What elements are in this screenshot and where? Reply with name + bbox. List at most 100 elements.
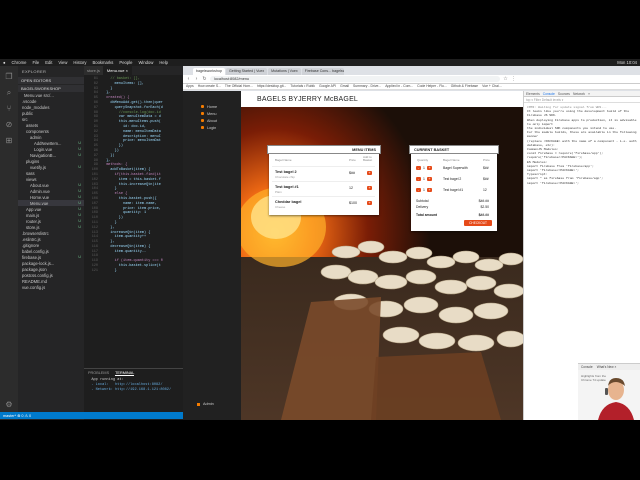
bookmark-item[interactable]: Summary - Drive... [353,84,381,89]
bookmark-item[interactable]: How create S... [198,84,221,89]
basket-col-qty: Quantity [417,158,429,162]
increase-qty-button[interactable]: + [427,188,432,192]
browser-tab[interactable]: Firebase Cons... bagelsworksh [301,68,344,75]
nav-item-about[interactable]: About [183,117,241,124]
browser-tab[interactable]: bagelsworkshop [193,68,225,75]
menu-view[interactable]: View [58,60,67,65]
code-line: 121 } [84,269,183,274]
menu-item-price: 12 [349,186,353,190]
explorer-panel: EXPLORER OPEN EDITORS BAGELSWORKSHOP Men… [18,66,84,420]
drawer-tab-whats-new[interactable]: What's New × [597,365,617,369]
tree-item-label: vue.config.js [22,285,46,290]
more-menu-icon[interactable]: ⋮ [511,76,516,82]
basket-col-price: Price [483,158,490,162]
menu-chrome[interactable]: Chrome [12,60,27,65]
menu-icon [201,112,204,115]
star-icon[interactable]: ☆ [503,76,508,82]
nav-label: Menu [207,111,217,116]
tree-item[interactable]: vue.config.js [18,284,84,290]
files-icon[interactable]: ❐ [4,72,14,82]
menu-file[interactable]: File [32,60,39,65]
drawer-tab-console[interactable]: Console [581,365,593,369]
increase-qty-button[interactable]: + [427,166,432,170]
nav-item-menu[interactable]: Menu [183,110,241,117]
bookmark-item[interactable]: Github & Firebase [451,84,478,89]
bookmark-item[interactable]: Gmail [340,84,349,89]
menu-bookmarks[interactable]: Bookmarks [92,60,113,65]
increase-qty-button[interactable]: + [427,177,432,181]
project-section[interactable]: BAGELSWORKSHOP [18,85,84,92]
apple-icon[interactable]: ● [3,60,6,65]
bookmark-item[interactable]: Tutorials • Rubik [290,84,315,89]
devtools-drawer: Console What's New × Highlights from the… [578,363,640,420]
basket-qty: 1 [423,188,425,192]
forward-icon[interactable]: › [194,76,199,82]
desktop: ● Chrome File Edit View History Bookmark… [0,0,640,480]
add-to-basket-button[interactable]: + [367,171,372,175]
settings-gear-icon[interactable]: ⚙ [4,400,14,410]
line-text: } [102,268,117,273]
basket-row: - 1 + Test bagel 2 $## [414,175,493,185]
tab-menu-vue[interactable]: Menu.vue × [103,66,132,75]
open-editors-section[interactable]: OPEN EDITORS [18,77,84,84]
bookmark-item[interactable]: Applied in - Com... [385,84,413,89]
search-icon[interactable]: ⌕ [4,88,14,98]
editor-area: store.js Menu.vue × 81 // basket: [], 82 … [84,66,183,420]
address-bar[interactable]: localhost:8082/menu [210,76,500,82]
clock[interactable]: Mon 10:04 [617,60,637,65]
about-icon [201,119,204,122]
vscode-window: ❐ ⌕ ⑂ ⊘ ⊞ ⚙ EXPLORER OPEN EDITORS BAGELS… [0,66,183,420]
menu-col-add: Add to Basket [363,155,373,162]
devtools-tab-elements[interactable]: Elements [526,92,540,96]
decrease-qty-button[interactable]: - [416,188,421,192]
menu-item-name: Test bagel 2 [275,170,297,174]
nav-label: Admin [203,402,214,406]
back-icon[interactable]: ‹ [186,76,191,82]
add-to-basket-button[interactable]: + [367,186,372,190]
bookmark-item[interactable]: Vue + Chai... [482,84,502,89]
console-line: For the module builds, these are availab… [527,130,637,135]
basket-row: - 1 + Test bagel #1 12 [414,186,493,196]
extensions-icon[interactable]: ⊞ [4,136,14,146]
browser-tab[interactable]: Mutations | Vuex [268,68,301,75]
bookmark-item[interactable]: Code Helper - Flu... [417,84,447,89]
menu-window[interactable]: Window [138,60,153,65]
mac-menu-bar: ● Chrome File Edit View History Bookmark… [0,59,640,66]
decrease-qty-button[interactable]: - [416,177,421,181]
tab-problems[interactable]: PROBLEMS [88,371,109,376]
nav-item-admin[interactable]: Admin [197,402,214,406]
devtools-tab-console[interactable]: Console [543,92,555,96]
bookmark-item[interactable]: Google API [319,84,336,89]
current-basket-card: CURRENT BASKET Quantity Bagel Name Price… [409,145,499,231]
checkout-button[interactable]: CHECKOUT [464,220,492,226]
bookmark-item[interactable]: https://desktop.git... [257,84,286,89]
console-output[interactable]: CMMI: Waiting for update signal from WDS… [524,103,640,187]
menu-item-price: $100 [349,201,357,205]
bookmark-item[interactable]: Apps [186,84,194,89]
devtools-tab-network[interactable]: Network [573,92,585,96]
basket-item-price: 12 [483,188,487,192]
add-to-basket-button[interactable]: + [367,201,372,205]
menu-help[interactable]: Help [159,60,168,65]
nav-item-login[interactable]: Login [183,124,241,131]
tab-terminal[interactable]: TERMINAL [115,371,135,376]
nav-label: Home [207,104,218,109]
total-row: Total amount $##.## [416,213,489,219]
menu-people[interactable]: People [119,60,132,65]
nav-item-home[interactable]: Home [183,103,241,110]
browser-tab[interactable]: Getting Started | Vuex [225,68,268,75]
code-view[interactable]: 81 // basket: [], 82 menuItems: [], 83 } 84… [84,75,183,274]
devtools-tab-sources[interactable]: Sources [558,92,570,96]
menu-history[interactable]: History [73,60,86,65]
debug-icon[interactable]: ⊘ [4,120,14,130]
decrease-qty-button[interactable]: - [416,166,421,170]
source-control-icon[interactable]: ⑂ [4,104,14,114]
devtools-tab-more[interactable]: » [588,92,590,96]
reload-icon[interactable]: ↻ [202,76,207,82]
menu-edit[interactable]: Edit [45,60,52,65]
menu-col-price: Price [349,158,356,162]
basket-row: - 1 + Bagel Superwith $## [414,164,493,174]
webcam-presenter-image [598,378,634,420]
tab-store-js[interactable]: store.js [84,66,104,75]
bookmark-item[interactable]: The Official Hom... [225,84,253,89]
